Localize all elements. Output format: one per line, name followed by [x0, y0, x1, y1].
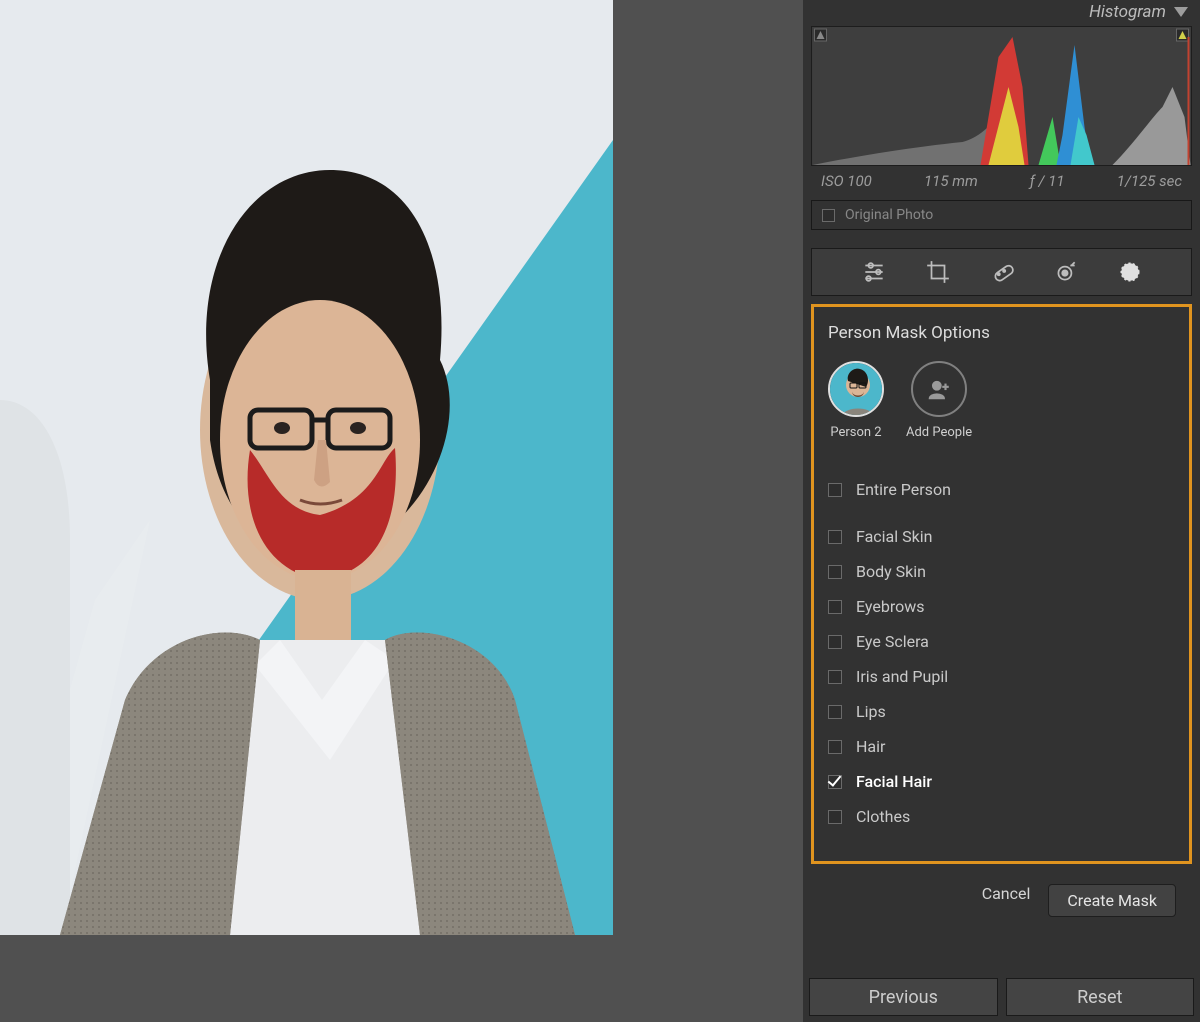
- add-people-label: Add People: [906, 425, 972, 440]
- option-label: Body Skin: [856, 562, 926, 581]
- option-label: Entire Person: [856, 480, 951, 499]
- option-label: Facial Hair: [856, 772, 932, 791]
- mask-options-list: Entire Person Facial Skin Body Skin Eyeb…: [828, 472, 1175, 834]
- option-lips[interactable]: Lips: [828, 694, 1175, 729]
- option-label: Eye Sclera: [856, 632, 929, 651]
- person-2[interactable]: Person 2: [828, 361, 884, 440]
- photo-canvas[interactable]: [0, 0, 803, 1022]
- tool-strip: [811, 248, 1192, 296]
- person-avatar[interactable]: [828, 361, 884, 417]
- histogram-header[interactable]: Histogram: [803, 0, 1200, 24]
- develop-sidebar: Histogram ISO 100 115 mm ƒ / 11 1/125 se…: [803, 0, 1200, 1022]
- option-label: Clothes: [856, 807, 910, 826]
- option-facial-skin[interactable]: Facial Skin: [828, 519, 1175, 554]
- option-iris-pupil[interactable]: Iris and Pupil: [828, 659, 1175, 694]
- exif-shutter: 1/125 sec: [1117, 172, 1182, 190]
- crop-icon[interactable]: [925, 259, 951, 285]
- original-photo-label: Original Photo: [845, 207, 933, 223]
- footer-bar: Previous Reset: [803, 978, 1200, 1022]
- checkbox-icon[interactable]: [828, 810, 842, 824]
- people-row: Person 2 Add People: [828, 361, 1175, 440]
- option-eye-sclera[interactable]: Eye Sclera: [828, 624, 1175, 659]
- photo-preview[interactable]: [0, 0, 613, 935]
- original-photo-toggle[interactable]: Original Photo: [811, 200, 1192, 230]
- checkbox-icon[interactable]: [822, 209, 835, 222]
- person-label: Person 2: [830, 425, 881, 440]
- option-clothes[interactable]: Clothes: [828, 799, 1175, 834]
- checkbox-icon[interactable]: [828, 565, 842, 579]
- checkbox-icon[interactable]: [828, 775, 842, 789]
- exif-row: ISO 100 115 mm ƒ / 11 1/125 sec: [803, 166, 1200, 196]
- reset-button[interactable]: Reset: [1006, 978, 1195, 1016]
- histogram-chart[interactable]: [811, 26, 1192, 166]
- redeye-icon[interactable]: [1053, 259, 1079, 285]
- add-people[interactable]: Add People: [906, 361, 972, 440]
- checkbox-icon[interactable]: [828, 600, 842, 614]
- checkbox-icon[interactable]: [828, 670, 842, 684]
- option-label: Iris and Pupil: [856, 667, 948, 686]
- checkbox-icon[interactable]: [828, 635, 842, 649]
- add-people-icon[interactable]: [911, 361, 967, 417]
- option-label: Lips: [856, 702, 886, 721]
- masking-icon[interactable]: [1117, 259, 1143, 285]
- chevron-down-icon[interactable]: [1174, 7, 1188, 17]
- option-body-skin[interactable]: Body Skin: [828, 554, 1175, 589]
- mask-action-row: Cancel Create Mask: [803, 864, 1200, 917]
- option-eyebrows[interactable]: Eyebrows: [828, 589, 1175, 624]
- option-facial-hair[interactable]: Facial Hair: [828, 764, 1175, 799]
- person-mask-panel: Person Mask Options Person 2: [811, 304, 1192, 864]
- previous-button[interactable]: Previous: [809, 978, 998, 1016]
- mask-panel-title: Person Mask Options: [828, 323, 1175, 343]
- checkbox-icon[interactable]: [828, 483, 842, 497]
- option-entire-person[interactable]: Entire Person: [828, 472, 1175, 507]
- histogram-title: Histogram: [1089, 2, 1166, 22]
- exif-iso: ISO 100: [821, 172, 872, 190]
- checkbox-icon[interactable]: [828, 530, 842, 544]
- cancel-button[interactable]: Cancel: [982, 884, 1031, 917]
- checkbox-icon[interactable]: [828, 705, 842, 719]
- option-label: Facial Skin: [856, 527, 932, 546]
- heal-icon[interactable]: [989, 259, 1015, 285]
- checkbox-icon[interactable]: [828, 740, 842, 754]
- edit-sliders-icon[interactable]: [861, 259, 887, 285]
- option-hair[interactable]: Hair: [828, 729, 1175, 764]
- exif-aperture: ƒ / 11: [1030, 172, 1065, 190]
- exif-focal: 115 mm: [924, 172, 978, 190]
- option-label: Hair: [856, 737, 885, 756]
- option-label: Eyebrows: [856, 597, 925, 616]
- create-mask-button[interactable]: Create Mask: [1048, 884, 1176, 917]
